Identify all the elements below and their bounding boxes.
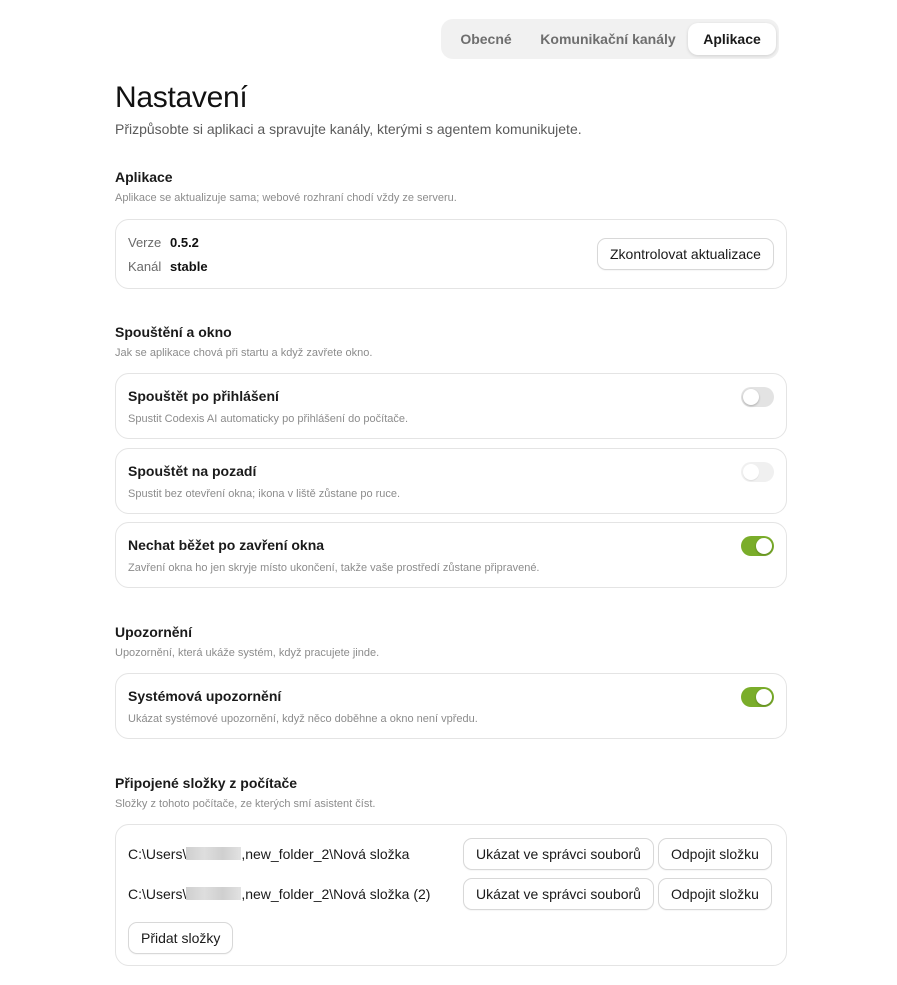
tab-general[interactable]: Obecné <box>449 23 523 55</box>
version-row: Verze 0.5.2 <box>128 235 199 250</box>
notifications-section-title: Upozornění <box>115 624 192 640</box>
app-info-card: Verze 0.5.2 Kanál stable Zkontrolovat aktu… <box>115 219 787 289</box>
show-in-file-manager-button[interactable]: Ukázat ve správci souborů <box>463 878 654 910</box>
redacted-username <box>186 847 242 860</box>
folder-path: C:\Users\ ,new_folder_2\Nová složka <box>128 846 409 862</box>
keep-running-toggle[interactable] <box>741 536 774 556</box>
setting-title: Nechat běžet po zavření okna <box>128 537 325 553</box>
page-subtitle: Přizpůsobte si aplikaci a spravujte kaná… <box>115 121 582 137</box>
redacted-username <box>186 887 242 900</box>
setting-system-notifications: Systémová upozornění Ukázat systémové up… <box>115 673 787 739</box>
setting-launch-at-login: Spouštět po přihlášení Spustit Codexis A… <box>115 373 787 439</box>
disconnect-folder-button[interactable]: Odpojit složku <box>658 878 772 910</box>
channel-row: Kanál stable <box>128 259 208 274</box>
check-updates-button[interactable]: Zkontrolovat aktualizace <box>597 238 774 270</box>
setting-title: Systémová upozornění <box>128 688 282 704</box>
folder-path-prefix: C:\Users\ <box>128 846 187 862</box>
folders-section-title: Připojené složky z počítače <box>115 775 298 791</box>
app-section-description: Aplikace se aktualizuje sama; webové roz… <box>115 192 457 204</box>
version-label: Verze <box>128 235 162 250</box>
folder-path: C:\Users\ ,new_folder_2\Nová složka (2) <box>128 886 430 902</box>
launch-in-background-toggle[interactable] <box>741 462 774 482</box>
toggle-knob <box>756 538 772 554</box>
add-folders-button[interactable]: Přidat složky <box>128 922 234 954</box>
show-in-file-manager-button[interactable]: Ukázat ve správci souborů <box>463 838 654 870</box>
setting-title: Spouštět po přihlášení <box>128 388 279 404</box>
setting-description: Spustit bez otevření okna; ikona v liště… <box>128 488 401 500</box>
channel-label: Kanál <box>128 259 162 274</box>
toggle-knob <box>743 389 759 405</box>
folders-section-description: Složky z tohoto počítače, ze kterých smí… <box>115 798 376 810</box>
version-value: 0.5.2 <box>170 235 199 250</box>
startup-section-description: Jak se aplikace chová při startu a když … <box>115 347 373 359</box>
toggle-knob <box>743 464 759 480</box>
system-notifications-toggle[interactable] <box>741 687 774 707</box>
notifications-section-description: Upozornění, která ukáže systém, když pra… <box>115 647 380 659</box>
folder-path-suffix: ,new_folder_2\Nová složka <box>241 846 410 862</box>
setting-keep-running: Nechat běžet po zavření okna Zavření okn… <box>115 522 787 588</box>
setting-launch-in-background: Spouštět na pozadí Spustit bez otevření … <box>115 448 787 514</box>
toggle-knob <box>756 689 772 705</box>
setting-description: Zavření okna ho jen skryje místo ukončen… <box>128 562 540 574</box>
app-section-title: Aplikace <box>115 169 173 185</box>
settings-tabs: Obecné Komunikační kanály Aplikace <box>441 19 779 59</box>
setting-description: Ukázat systémové upozornění, když něco d… <box>128 713 478 725</box>
folder-path-suffix: ,new_folder_2\Nová složka (2) <box>241 886 431 902</box>
folder-path-prefix: C:\Users\ <box>128 886 187 902</box>
folders-card: C:\Users\ ,new_folder_2\Nová složka Ukáza… <box>115 824 787 966</box>
startup-section-title: Spouštění a okno <box>115 324 232 340</box>
page-title: Nastavení <box>115 81 248 114</box>
tab-application[interactable]: Aplikace <box>688 23 776 55</box>
disconnect-folder-button[interactable]: Odpojit složku <box>658 838 772 870</box>
setting-title: Spouštět na pozadí <box>128 463 257 479</box>
launch-at-login-toggle[interactable] <box>741 387 774 407</box>
channel-value: stable <box>170 259 208 274</box>
tab-channels[interactable]: Komunikační kanály <box>531 23 685 55</box>
setting-description: Spustit Codexis AI automaticky po přihlá… <box>128 413 409 425</box>
